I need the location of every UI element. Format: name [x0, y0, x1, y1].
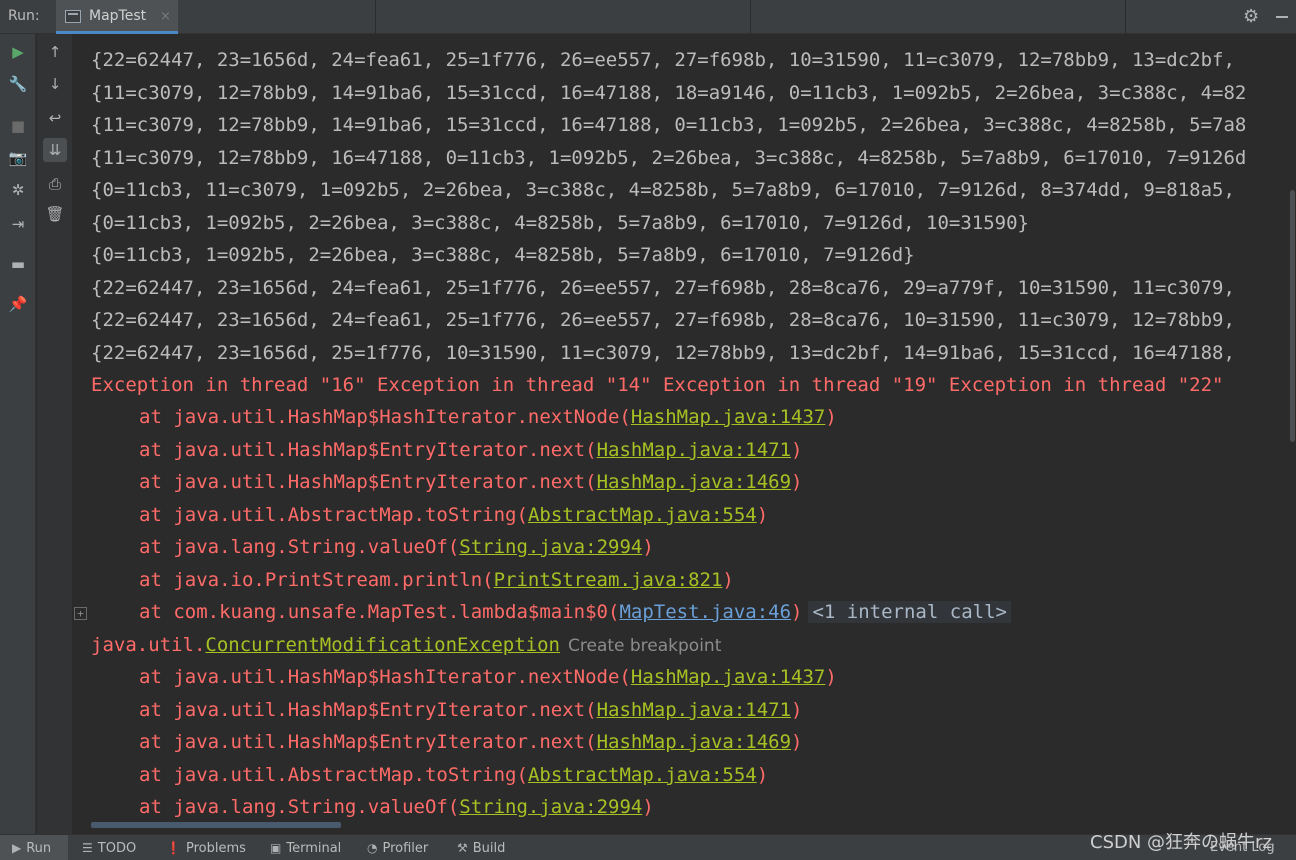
source-link[interactable]: MapTest.java:46: [619, 601, 791, 623]
console-line: {22=62447, 23=1656d, 24=fea61, 25=1f776,…: [91, 309, 1235, 331]
terminal-tool-button[interactable]: ▣ Terminal: [270, 835, 341, 860]
profiler-icon: ◔: [367, 841, 378, 855]
exception-class-line: java.util.ConcurrentModificationExceptio…: [91, 634, 722, 656]
hammer-icon: ⚒: [457, 841, 468, 855]
exception-class-link[interactable]: ConcurrentModificationException: [205, 634, 560, 656]
watermark-text: CSDN @狂奔の蜗牛rz: [1090, 832, 1272, 853]
layout-icon[interactable]: ▬: [8, 254, 28, 274]
stack-frame: at java.util.AbstractMap.toString(Abstra…: [139, 504, 769, 526]
console-line: {0=11cb3, 1=092b5, 2=26bea, 3=c388c, 4=8…: [91, 244, 915, 266]
exception-header-line: Exception in thread "16" Exception in th…: [91, 374, 1224, 396]
exit-icon[interactable]: ⇥: [8, 214, 28, 234]
expand-internal-calls-button[interactable]: +: [74, 607, 87, 620]
print-icon[interactable]: ⎙: [45, 174, 65, 194]
build-tool-button[interactable]: ⚒ Build: [457, 835, 505, 860]
stack-frame: at java.util.HashMap$HashIterator.nextNo…: [139, 406, 837, 428]
stack-frame: at java.util.HashMap$EntryIterator.next(…: [139, 439, 803, 461]
tab-close-button[interactable]: ×: [160, 9, 171, 24]
soft-wrap-icon[interactable]: ↩: [45, 108, 65, 128]
source-link[interactable]: HashMap.java:1437: [631, 406, 825, 428]
console-line: {11=c3079, 12=78bb9, 16=47188, 0=11cb3, …: [91, 147, 1247, 169]
stack-frame: at java.lang.String.valueOf(String.java:…: [139, 796, 654, 818]
profiler-tool-button[interactable]: ◔ Profiler: [367, 835, 428, 860]
pin-icon[interactable]: 📌: [8, 294, 28, 314]
run-icon: ▶: [12, 841, 22, 855]
list-icon: ☰: [82, 841, 93, 855]
console-icon: [65, 10, 81, 23]
horizontal-scrollbar[interactable]: [91, 822, 341, 828]
toolbar-divider: [750, 0, 751, 34]
minimize-icon[interactable]: [1276, 16, 1288, 18]
source-link[interactable]: HashMap.java:1437: [631, 666, 825, 688]
source-link[interactable]: AbstractMap.java:554: [528, 764, 757, 786]
bug-icon[interactable]: ✲: [8, 180, 28, 200]
source-link[interactable]: HashMap.java:1471: [597, 439, 791, 461]
run-icon[interactable]: ▶: [8, 42, 28, 62]
problems-tool-button[interactable]: ❗ Problems: [166, 835, 246, 860]
run-tool-window-header: Run: MapTest × ⚙: [0, 0, 1296, 34]
create-breakpoint-link[interactable]: Create breakpoint: [568, 636, 721, 656]
run-label: Run:: [8, 8, 40, 24]
console-actions-toolbar: ↑ ↓ ↩ ⇊ ⎙ 🗑: [37, 34, 73, 834]
stop-icon[interactable]: ■: [8, 116, 28, 136]
console-line: {0=11cb3, 1=092b5, 2=26bea, 3=c388c, 4=8…: [91, 212, 1029, 234]
console-line: {22=62447, 23=1656d, 24=fea61, 25=1f776,…: [91, 49, 1235, 71]
toolbar-divider: [1125, 0, 1126, 34]
terminal-icon: ▣: [270, 841, 282, 855]
run-actions-toolbar: ▶ 🔧 ■ 📷 ✲ ⇥ ▬ 📌: [0, 34, 36, 834]
source-link[interactable]: PrintStream.java:821: [494, 569, 723, 591]
scroll-to-end-icon[interactable]: ⇊: [43, 138, 67, 162]
run-tool-button[interactable]: ▶ Run: [0, 835, 68, 860]
stack-frame: at java.util.HashMap$EntryIterator.next(…: [139, 731, 803, 753]
tab-title: MapTest: [89, 8, 147, 24]
stack-frame: at com.kuang.unsafe.MapTest.lambda$main$…: [139, 596, 1011, 628]
stack-frame: at java.util.HashMap$EntryIterator.next(…: [139, 471, 803, 493]
stack-frame: at java.lang.String.valueOf(String.java:…: [139, 536, 654, 558]
stack-frame: at java.io.PrintStream.println(PrintStre…: [139, 569, 734, 591]
gear-icon[interactable]: ⚙: [1243, 6, 1259, 27]
stack-frame: at java.util.HashMap$EntryIterator.next(…: [139, 699, 803, 721]
info-icon: ❗: [166, 841, 181, 855]
toolbar-divider: [375, 0, 376, 34]
source-link[interactable]: HashMap.java:1469: [597, 731, 791, 753]
console-line: {0=11cb3, 11=c3079, 1=092b5, 2=26bea, 3=…: [91, 179, 1235, 201]
camera-icon[interactable]: 📷: [8, 148, 28, 168]
internal-call-hint[interactable]: <1 internal call>: [808, 601, 1011, 623]
vertical-scrollbar-thumb[interactable]: [1290, 190, 1295, 442]
down-arrow-icon[interactable]: ↓: [45, 74, 65, 94]
source-link[interactable]: HashMap.java:1471: [597, 699, 791, 721]
console-line: {11=c3079, 12=78bb9, 14=91ba6, 15=31ccd,…: [91, 114, 1247, 136]
todo-tool-button[interactable]: ☰ TODO: [82, 835, 136, 860]
console-line: {22=62447, 23=1656d, 24=fea61, 25=1f776,…: [91, 277, 1235, 299]
trash-icon[interactable]: 🗑: [45, 204, 65, 224]
source-link[interactable]: HashMap.java:1469: [597, 471, 791, 493]
wrench-icon[interactable]: 🔧: [8, 74, 28, 94]
console-line: {22=62447, 23=1656d, 25=1f776, 10=31590,…: [91, 342, 1235, 364]
tab-maptest[interactable]: MapTest ×: [56, 0, 178, 34]
stack-frame: at java.util.HashMap$HashIterator.nextNo…: [139, 666, 837, 688]
console-line: {11=c3079, 12=78bb9, 14=91ba6, 15=31ccd,…: [91, 82, 1247, 104]
up-arrow-icon[interactable]: ↑: [45, 42, 65, 62]
console-output[interactable]: {22=62447, 23=1656d, 24=fea61, 25=1f776,…: [74, 34, 1288, 834]
source-link[interactable]: String.java:2994: [459, 536, 642, 558]
source-link[interactable]: AbstractMap.java:554: [528, 504, 757, 526]
source-link[interactable]: String.java:2994: [459, 796, 642, 818]
stack-frame: at java.util.AbstractMap.toString(Abstra…: [139, 764, 769, 786]
